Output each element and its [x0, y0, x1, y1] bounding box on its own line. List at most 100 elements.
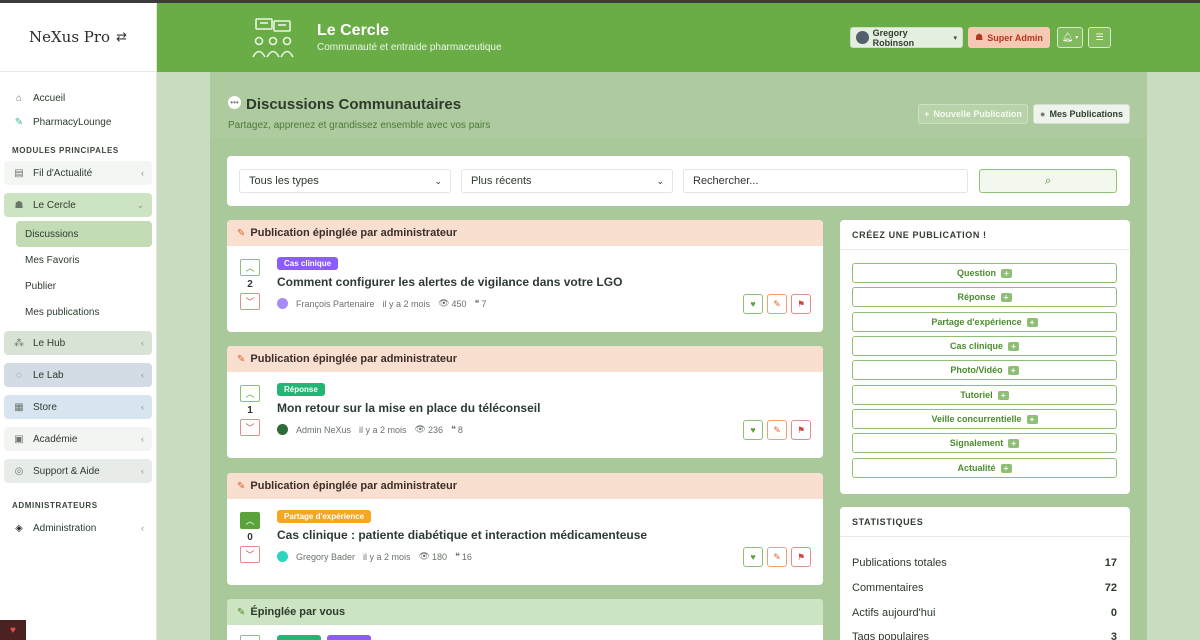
like-button[interactable]: ♥ — [743, 547, 763, 567]
search-input[interactable]: Rechercher... — [683, 169, 968, 193]
notifications-button[interactable]: 🔔︎ ▾ — [1057, 27, 1083, 48]
stat-row: Publications totales 17 — [852, 557, 1117, 569]
sidebar-item-support[interactable]: ◎ Support & Aide ‹ — [4, 459, 152, 483]
post-tag[interactable] — [327, 635, 371, 640]
sidebar-item-le-hub[interactable]: ⁂ Le Hub ‹ — [4, 331, 152, 355]
sidebar-item-pharmacylounge[interactable]: ✎ PharmacyLounge — [4, 110, 152, 134]
report-button[interactable]: ⚑ — [791, 294, 811, 314]
type-filter-select[interactable]: Tous les types ⌄ — [239, 169, 451, 193]
post-tag[interactable]: Partage d'expérience — [277, 510, 372, 523]
submenu-item-favoris[interactable]: Mes Favoris — [16, 247, 152, 273]
sidebar-item-store[interactable]: ▦ Store ‹ — [4, 395, 152, 419]
chat-bubble-icon: ••• — [228, 96, 241, 109]
post-title[interactable]: Comment configurer les alertes de vigila… — [277, 275, 622, 289]
create-type-signalement[interactable]: Signalement + — [852, 433, 1117, 453]
upvote-button[interactable]: ︿ — [240, 259, 260, 276]
post-card[interactable]: ✎ Publication épinglée par administrateu… — [227, 346, 823, 458]
downvote-button[interactable]: ﹀ — [240, 293, 260, 310]
post-tag[interactable]: Cas clinique — [277, 257, 339, 270]
sidebar-item-label: Académie — [33, 433, 78, 445]
upvote-button[interactable]: ︿ — [240, 385, 260, 402]
search-button[interactable]: ⌕ — [979, 169, 1117, 193]
upvote-button[interactable] — [240, 635, 260, 640]
sidebar-item-label: Le Lab — [33, 369, 64, 381]
section-heading-modules: MODULES PRINCIPALES — [12, 146, 119, 155]
sidebar-item-academie[interactable]: ▣ Académie ‹ — [4, 427, 152, 451]
author-name[interactable]: François Partenaire — [296, 299, 375, 309]
app-badge-icon[interactable]: ♥ — [0, 620, 26, 640]
brand-name: NeXus Pro — [28, 28, 111, 46]
post-card[interactable]: ✎ Épinglée par vous — [227, 599, 823, 640]
post-actions: ♥ ✎ ⚑ — [743, 420, 811, 440]
upvote-button[interactable]: ︿ — [240, 512, 260, 529]
sidebar-item-le-cercle[interactable]: ☗ Le Cercle ⌄ — [4, 193, 152, 217]
submenu-item-mes-publications[interactable]: Mes publications — [16, 299, 152, 325]
lightbulb-icon: ◌ — [16, 369, 22, 381]
sidebar-item-label: Administration — [33, 522, 97, 534]
comment-count: 7 — [481, 298, 487, 309]
sidebar-item-administration[interactable]: ◈ Administration ‹ — [4, 516, 152, 540]
stat-label: Commentaires — [852, 582, 924, 594]
author-avatar — [277, 424, 288, 435]
my-publications-button[interactable]: ● Mes Publications — [1033, 104, 1130, 124]
pin-button[interactable]: ✎ — [767, 294, 787, 314]
plus-icon: + — [1007, 365, 1019, 375]
super-admin-badge[interactable]: ☗ Super Admin — [968, 27, 1050, 48]
plus-icon: + — [1008, 438, 1020, 448]
post-tag[interactable] — [277, 635, 321, 640]
post-title[interactable]: Cas clinique : patiente diabétique et in… — [277, 528, 647, 542]
create-type-veille[interactable]: Veille concurrentielle + — [852, 409, 1117, 429]
sidebar-item-fil-actualite[interactable]: ▤ Fil d'Actualité ‹ — [4, 161, 152, 185]
eye-icon: 👁︎ — [438, 298, 450, 308]
downvote-button[interactable]: ﹀ — [240, 546, 260, 563]
submenu-item-discussions[interactable]: Discussions — [16, 221, 152, 247]
like-button[interactable]: ♥ — [743, 420, 763, 440]
store-icon: ▦ — [14, 401, 24, 413]
create-type-cas-clinique[interactable]: Cas clinique + — [852, 336, 1117, 356]
brand[interactable]: NeXus Pro ⇄ — [0, 3, 156, 72]
module-subtitle: Communauté et entraide pharmaceutique — [317, 42, 502, 53]
chevron-left-icon: ‹ — [141, 168, 144, 178]
shield-icon: ◈ — [15, 522, 23, 534]
eye-icon: 👁︎ — [418, 551, 430, 561]
sidebar-item-accueil[interactable]: ⌂ Accueil — [4, 86, 152, 110]
author-name[interactable]: Admin NeXus — [296, 425, 351, 435]
button-label: Actualité — [957, 463, 996, 473]
post-title[interactable]: Mon retour sur la mise en place du téléc… — [277, 401, 540, 415]
menu-button[interactable]: ☰ — [1088, 27, 1111, 48]
pin-button[interactable]: ✎ — [767, 547, 787, 567]
thumbtack-icon: ✎ — [773, 298, 781, 309]
like-button[interactable]: ♥ — [743, 294, 763, 314]
pin-icon: ✎ — [237, 480, 246, 492]
plus-icon: + — [1001, 268, 1012, 278]
thumbtack-icon: ✎ — [773, 424, 781, 435]
users-icon: ☗ — [14, 199, 24, 211]
user-menu-button[interactable]: Gregory Robinson ▾ — [850, 27, 963, 48]
new-publication-button[interactable]: + Nouvelle Publication — [918, 104, 1028, 124]
cercle-submenu: Discussions Mes Favoris Publier Mes publ… — [16, 221, 152, 325]
create-type-actualite[interactable]: Actualité + — [852, 458, 1117, 478]
thumbtack-icon: ✎ — [773, 551, 781, 562]
report-button[interactable]: ⚑ — [791, 547, 811, 567]
create-type-reponse[interactable]: Réponse + — [852, 287, 1117, 307]
create-type-photo-video[interactable]: Photo/Vidéo + — [852, 360, 1117, 380]
sidebar-item-le-lab[interactable]: ◌ Le Lab ‹ — [4, 363, 152, 387]
card-title: STATISTIQUES — [840, 507, 1130, 537]
create-type-tutoriel[interactable]: Tutoriel + — [852, 385, 1117, 405]
report-button[interactable]: ⚑ — [791, 420, 811, 440]
view-count: 180 — [431, 551, 448, 562]
create-type-partage[interactable]: Partage d'expérience + — [852, 312, 1117, 332]
pin-button[interactable]: ✎ — [767, 420, 787, 440]
author-name[interactable]: Gregory Bader — [296, 552, 355, 562]
submenu-item-publier[interactable]: Publier — [16, 273, 152, 299]
post-tag[interactable]: Réponse — [277, 383, 325, 396]
view-count: 236 — [427, 424, 444, 435]
downvote-button[interactable]: ﹀ — [240, 419, 260, 436]
sidebar-item-label: Le Hub — [33, 337, 66, 349]
post-card[interactable]: ✎ Publication épinglée par administrateu… — [227, 220, 823, 332]
create-type-question[interactable]: Question + — [852, 263, 1117, 283]
module-header: Le Cercle Communauté et entraide pharmac… — [157, 3, 1200, 72]
author-avatar — [277, 551, 288, 562]
sort-select[interactable]: Plus récents ⌄ — [461, 169, 673, 193]
post-card[interactable]: ✎ Publication épinglée par administrateu… — [227, 473, 823, 585]
